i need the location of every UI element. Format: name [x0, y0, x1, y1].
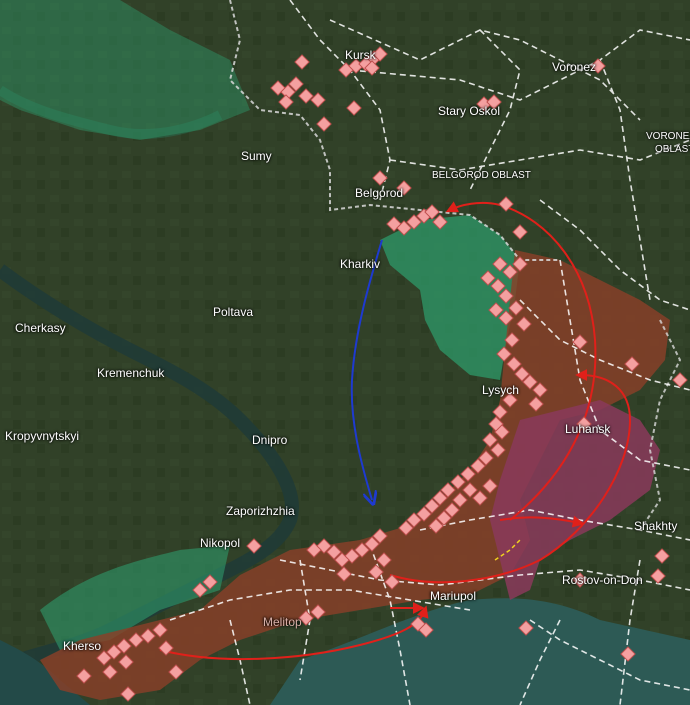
label-nikopol: Nikopol [200, 536, 241, 550]
label-poltava: Poltava [213, 305, 254, 319]
label-luhansk: Luhansk [565, 422, 611, 436]
label-dnipro: Dnipro [252, 433, 288, 447]
label-belgorod-oblast: BELGOROD OBLAST [432, 170, 531, 181]
label-voronezh: Voronez [552, 60, 597, 74]
label-voronezh-oblast: VORONEZ [646, 131, 690, 142]
label-zaporizhzhia: Zaporizhzhia [226, 504, 295, 518]
label-shakhty: Shakhty [634, 519, 678, 533]
map-canvas [0, 0, 690, 705]
map-view[interactable]: Kursk Voronez Stary Oskol VORONEZ OBLAST… [0, 0, 690, 705]
label-stary-oskol: Stary Oskol [438, 104, 501, 118]
label-voronezh-oblast-2: OBLAST [655, 144, 690, 155]
label-sumy: Sumy [241, 149, 272, 163]
label-kursk: Kursk [345, 48, 376, 62]
label-belgorod: Belgorod [355, 186, 404, 200]
label-melitopol: Melitop [263, 615, 302, 629]
label-kharkiv: Kharkiv [340, 257, 381, 271]
label-mariupol: Mariupol [430, 589, 477, 603]
label-rostov: Rostov-on-Don [562, 573, 643, 587]
label-kremenchuk: Kremenchuk [97, 366, 165, 380]
label-cherkasy: Cherkasy [15, 321, 66, 335]
label-lysychansk: Lysych [482, 383, 519, 397]
label-kherson: Kherso [63, 639, 102, 653]
label-kropyvnytskyi: Kropyvnytskyi [5, 429, 80, 443]
